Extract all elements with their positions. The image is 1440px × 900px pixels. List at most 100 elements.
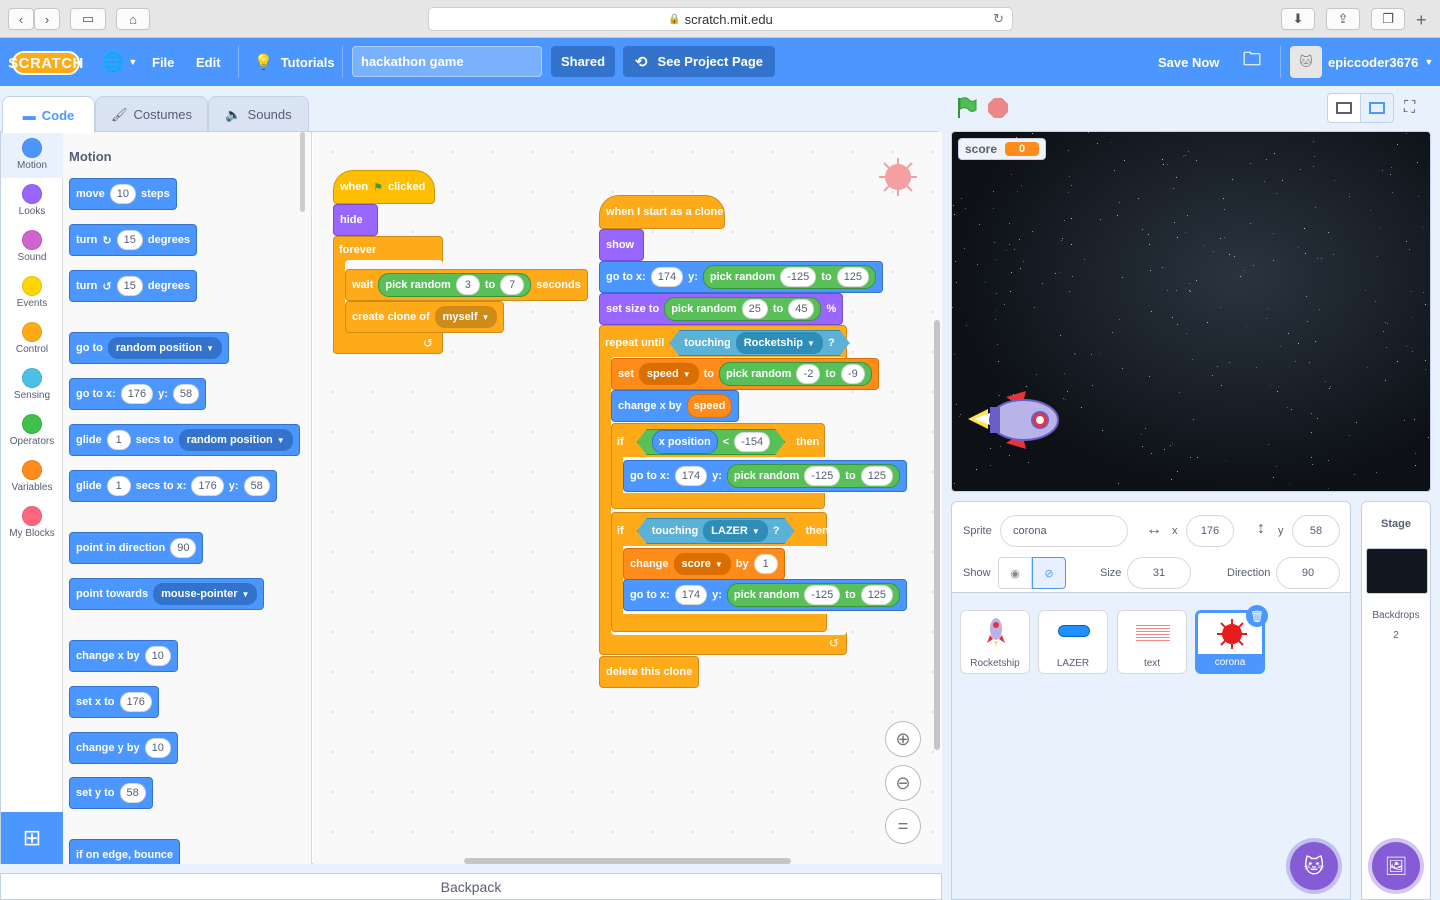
variable-dropdown[interactable]: score ▼ [673, 553, 731, 575]
rocketship-sprite[interactable] [966, 387, 1062, 453]
stop-icon[interactable] [988, 98, 1008, 118]
stage-canvas[interactable]: score 0 [951, 131, 1431, 492]
tutorials-menu[interactable]: 💡 Tutorials [254, 38, 335, 86]
x-position-reporter[interactable]: x position [652, 430, 718, 454]
choose-backdrop-button[interactable]: 🖼 [1372, 842, 1420, 890]
delete-sprite-button[interactable]: 🗑 [1246, 605, 1268, 627]
sprite-tile-rocketship[interactable]: Rocketship [960, 610, 1030, 674]
add-extension-button[interactable]: ⊞ [1, 812, 63, 864]
tab-costumes[interactable]: 🖌 Costumes [95, 96, 208, 132]
backpack-bar[interactable]: Backpack [0, 873, 942, 900]
go-to-xy-block[interactable]: go to x: 174 y: pick random -125 to 125 [623, 579, 908, 611]
script-workspace[interactable]: when ⚑ clicked hide forever wait pick rando… [313, 132, 942, 864]
secs-input[interactable]: 1 [106, 476, 131, 496]
value-input[interactable]: 10 [144, 738, 171, 758]
edit-menu[interactable]: Edit [196, 38, 221, 86]
glide-to-xy-block[interactable]: glide 1 secs to x: 176 y: 58 [69, 470, 277, 502]
edge-bounce-block[interactable]: if on edge, bounce [69, 839, 181, 864]
pick-random-reporter[interactable]: pick random 25 to 45 [664, 297, 822, 321]
scratch-logo[interactable]: SCRATCH [8, 51, 83, 75]
pick-random-reporter[interactable]: pick random -125 to 125 [702, 265, 877, 289]
touching-condition[interactable]: touching Rocketship ▼? [669, 330, 849, 356]
sprite-tile-text[interactable]: text [1117, 610, 1187, 674]
see-project-page-button[interactable]: ⟲ See Project Page [623, 46, 775, 77]
pick-random-reporter[interactable]: pick random 3 to 7 [378, 273, 532, 297]
zoom-reset-button[interactable]: = [885, 808, 921, 844]
to-input[interactable]: 125 [860, 466, 894, 486]
zoom-out-button[interactable]: ⊖ [885, 765, 921, 801]
set-size-block[interactable]: set size to pick random 25 to 45% [599, 293, 844, 325]
touching-target-dropdown[interactable]: LAZER ▼ [703, 520, 768, 542]
back-button[interactable]: ‹ [8, 8, 34, 30]
category-sensing[interactable]: Sensing [1, 362, 63, 408]
touching-condition[interactable]: touching LAZER ▼? [637, 518, 795, 544]
degrees-input[interactable]: 15 [116, 276, 143, 296]
go-to-block[interactable]: go to random position ▼ [69, 332, 229, 364]
x-input[interactable]: 176 [120, 384, 154, 404]
show-block[interactable]: show [599, 229, 644, 261]
speed-reporter[interactable]: speed [686, 394, 733, 418]
set-x-block[interactable]: set x to 176 [69, 686, 159, 718]
variable-dropdown[interactable]: speed ▼ [638, 363, 699, 385]
fullscreen-icon[interactable]: ⛶ [1404, 99, 1415, 117]
go-to-xy-block[interactable]: go to x: 176 y: 58 [69, 378, 207, 410]
pick-random-reporter[interactable]: pick random -2 to -9 [719, 362, 872, 386]
tabs-button[interactable]: ❐ [1371, 8, 1405, 30]
set-y-block[interactable]: set y to 58 [69, 777, 153, 809]
show-visible-button[interactable]: ◉ [998, 557, 1032, 589]
y-input[interactable]: 58 [172, 384, 200, 404]
from-input[interactable]: -125 [804, 585, 841, 605]
reload-icon[interactable]: ↻ [993, 11, 1004, 27]
target-dropdown[interactable]: random position ▼ [178, 429, 293, 451]
sprite-name-input[interactable]: corona [1000, 515, 1128, 547]
less-than-condition[interactable]: x position < -154 [637, 429, 785, 455]
move-steps-block[interactable]: move 10 steps [69, 178, 177, 210]
sprite-tile-lazer[interactable]: LAZER [1038, 610, 1108, 674]
file-menu[interactable]: File [152, 38, 174, 86]
tab-sounds[interactable]: 🔈 Sounds [208, 96, 309, 132]
go-to-xy-block[interactable]: go to x: 174 y: pick random -125 to 125 [599, 261, 884, 293]
to-input[interactable]: -9 [840, 364, 865, 384]
project-title-input[interactable]: hackathon game [352, 46, 542, 77]
turn-right-block[interactable]: turn ↻ 15 degrees [69, 224, 198, 256]
from-input[interactable]: 3 [455, 275, 480, 295]
change-x-block[interactable]: change x by speed [611, 390, 740, 422]
secs-input[interactable]: 1 [106, 430, 131, 450]
green-flag-icon[interactable] [955, 96, 979, 120]
set-variable-block[interactable]: set speed ▼ to pick random -2 to -9 [611, 358, 879, 390]
pick-random-reporter[interactable]: pick random -125 to 125 [726, 464, 901, 488]
forward-button[interactable]: › [34, 8, 60, 30]
zoom-in-button[interactable]: ⊕ [885, 721, 921, 757]
choose-sprite-button[interactable]: 🐱 [1290, 842, 1338, 890]
share-button[interactable]: ⇪ [1326, 8, 1360, 30]
wait-block[interactable]: wait pick random 3 to 7 seconds [345, 269, 588, 301]
shared-button[interactable]: Shared [551, 46, 615, 77]
target-dropdown[interactable]: mouse-pointer ▼ [153, 583, 258, 605]
sprite-direction-input[interactable]: 90 [1276, 557, 1340, 589]
target-dropdown[interactable]: random position ▼ [107, 337, 222, 359]
hide-block[interactable]: hide [333, 204, 378, 236]
go-to-xy-block[interactable]: go to x: 174 y: pick random -125 to 125 [623, 460, 908, 492]
from-input[interactable]: -2 [796, 364, 821, 384]
to-input[interactable]: 125 [836, 267, 870, 287]
turn-left-block[interactable]: turn ↺ 15 degrees [69, 270, 198, 302]
category-variables[interactable]: Variables [1, 454, 63, 500]
category-looks[interactable]: Looks [1, 178, 63, 224]
when-flag-clicked-hat[interactable]: when ⚑ clicked [333, 170, 435, 204]
change-y-block[interactable]: change y by 10 [69, 732, 178, 764]
sprite-size-input[interactable]: 31 [1127, 557, 1191, 589]
large-stage-button[interactable] [1360, 93, 1394, 123]
when-start-as-clone-hat[interactable]: when I start as a clone [599, 195, 725, 229]
glide-to-block[interactable]: glide 1 secs to random position ▼ [69, 424, 300, 456]
language-menu[interactable]: 🌐 ▼ [102, 38, 137, 86]
compare-input[interactable]: -154 [734, 432, 770, 452]
address-bar[interactable]: 🔒 scratch.mit.edu ↻ [428, 7, 1013, 31]
x-input[interactable]: 174 [650, 267, 684, 287]
category-events[interactable]: Events [1, 270, 63, 316]
sprite-x-input[interactable]: 176 [1186, 515, 1234, 547]
workspace-horizontal-scrollbar[interactable] [464, 858, 791, 864]
palette-scrollbar[interactable] [300, 132, 305, 212]
new-tab-button[interactable]: + [1416, 10, 1427, 31]
value-input[interactable]: 58 [119, 783, 146, 803]
from-input[interactable]: -125 [780, 267, 817, 287]
